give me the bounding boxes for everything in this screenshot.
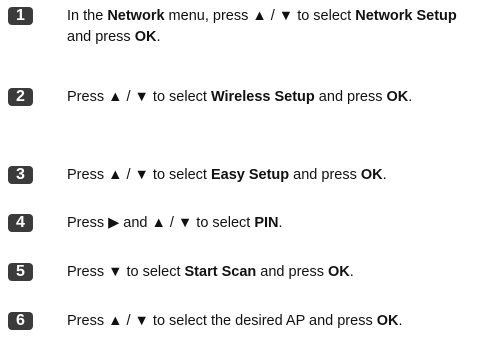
step-6-instruction: Press ▲ / ▼ to select the desired AP and… [67,311,479,332]
instruction-text: and press [67,29,135,45]
highlighted-term: Network Setup [355,8,457,24]
step-4-instruction: Press ▶ and ▲ / ▼ to select PIN. [67,213,479,234]
step-1-number-badge: 1 [8,7,33,25]
instruction-text: . [349,264,354,280]
instruction-text: and press [289,167,361,183]
highlighted-term: OK [134,29,157,45]
instruction-text: Press ▶ and ▲ / ▼ to select [67,215,255,231]
instruction-text: Press ▲ / ▼ to select the desired AP and… [67,313,377,329]
step-3-instruction: Press ▲ / ▼ to select Easy Setup and pre… [67,165,479,186]
instruction-text: and press [314,89,387,105]
highlighted-term: PIN [254,215,279,231]
instruction-text: Press ▼ to select [67,264,185,280]
step-4-number-badge: 4 [8,214,33,232]
highlighted-term: OK [386,89,409,105]
step-3-number-badge: 3 [8,166,33,184]
instruction-text: . [408,89,413,105]
instruction-text: menu, press ▲ / ▼ to select [164,8,356,24]
instruction-text: Press ▲ / ▼ to select [67,89,211,105]
instruction-text: Press ▲ / ▼ to select [67,167,211,183]
highlighted-term: OK [376,313,399,329]
step-2-number-badge: 2 [8,88,33,106]
highlighted-term: OK [328,264,350,280]
instruction-text: . [278,215,283,231]
highlighted-term: Network [107,8,165,24]
step-2-instruction: Press ▲ / ▼ to select Wireless Setup and… [67,87,479,108]
instruction-text: In the [67,8,108,24]
instruction-text: and press [256,264,328,280]
highlighted-term: Wireless Setup [210,89,315,105]
step-5-number-badge: 5 [8,263,33,281]
highlighted-term: OK [360,167,383,183]
step-1-instruction: In the Network menu, press ▲ / ▼ to sele… [67,6,479,48]
instruction-text: . [382,167,387,183]
step-5-instruction: Press ▼ to select Start Scan and press O… [67,262,479,283]
instruction-text: . [398,313,403,329]
step-6-number-badge: 6 [8,312,33,330]
instruction-text: . [156,29,161,45]
highlighted-term: Easy Setup [210,167,290,183]
highlighted-term: Start Scan [184,264,257,280]
